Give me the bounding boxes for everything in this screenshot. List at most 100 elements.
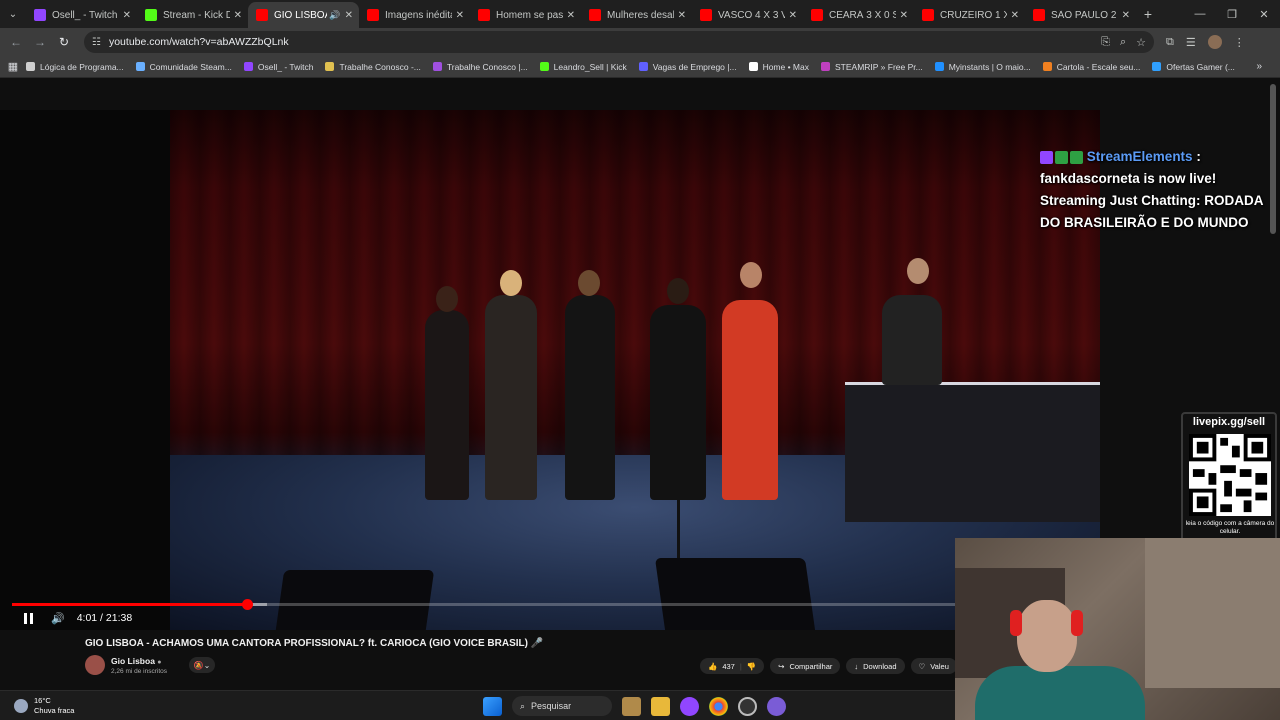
- bookmark-item[interactable]: Cartola - Escale seu...: [1042, 62, 1140, 72]
- tab-close-icon[interactable]: ✕: [900, 10, 908, 21]
- thumbs-down-icon[interactable]: 👎: [747, 662, 756, 671]
- tab-close-icon[interactable]: ✕: [234, 10, 242, 21]
- bookmark-item[interactable]: Lógica de Programa...: [26, 62, 124, 72]
- tab-close-icon[interactable]: ✕: [1122, 10, 1130, 21]
- time-display: 4:01 / 21:38: [76, 612, 133, 624]
- address-bar[interactable]: ☷ youtube.com/watch?v=abAWZZbQLnk ⎘ ⌕ ☆: [84, 31, 1154, 53]
- like-count: 437: [722, 661, 735, 671]
- tab-close-icon[interactable]: ✕: [123, 10, 131, 21]
- download-icon: ↓: [854, 661, 859, 671]
- verified-icon: ●: [157, 658, 162, 666]
- tab-close-icon[interactable]: ✕: [789, 10, 797, 21]
- discord-icon[interactable]: [767, 696, 786, 716]
- thanks-button[interactable]: ♡ Valeu: [910, 658, 957, 674]
- widgets-icon[interactable]: [622, 696, 641, 716]
- performer-5: [722, 300, 778, 500]
- subscriber-count: 2,26 mi de inscritos: [111, 667, 167, 675]
- minimize-icon[interactable]: —: [1184, 8, 1216, 21]
- bookmark-item[interactable]: Myinstants | O maio...: [934, 61, 1031, 72]
- obs-icon[interactable]: [738, 696, 757, 716]
- notification-bell-button[interactable]: 🔕⌄: [189, 657, 215, 673]
- browser-tab[interactable]: Imagens inéditas ✕: [359, 2, 470, 28]
- new-tab-button[interactable]: +: [1136, 6, 1160, 22]
- like-dislike-button[interactable]: 👍 437 | 👎: [700, 658, 765, 674]
- taskbar-search[interactable]: ⌕ Pesquisar: [512, 696, 612, 716]
- bookmark-label: Myinstants | O maio...: [948, 61, 1031, 72]
- browser-tab[interactable]: Homem se passa ✕: [470, 2, 581, 28]
- chrome-icon[interactable]: [709, 696, 728, 716]
- tab-close-icon[interactable]: ✕: [567, 10, 575, 21]
- browser-tab[interactable]: Osell_ - Twitch ✕: [26, 2, 137, 28]
- window-controls: — ❐ ✕: [1184, 8, 1280, 21]
- channel-row: Gio Lisboa ● 2,26 mi de inscritos 🔕⌄: [85, 655, 215, 675]
- bookmark-label: Trabalhe Conosco |...: [446, 61, 528, 72]
- volume-icon[interactable]: 🔊: [51, 612, 65, 625]
- performer-2: [485, 295, 537, 500]
- apps-grid-icon[interactable]: ▦: [0, 60, 26, 73]
- page-scrollbar[interactable]: [1270, 84, 1276, 234]
- bookmark-favicon-icon: [1152, 62, 1162, 71]
- streamer-webcam: [955, 538, 1280, 720]
- bookmark-label: STEAMRIP » Free Pr...: [835, 61, 923, 72]
- tab-close-icon[interactable]: ✕: [456, 10, 464, 21]
- bookmark-item[interactable]: Trabalhe Conosco -...: [325, 61, 421, 72]
- weather-condition: Chuva fraca: [34, 705, 75, 715]
- browser-tab[interactable]: CEARÁ 3 X 0 SAN ✕: [803, 2, 914, 28]
- browser-tab[interactable]: Stream - Kick Das ✕: [137, 2, 248, 28]
- share-button[interactable]: ↪ Compartilhar: [770, 658, 841, 674]
- tab-search-chevron-icon[interactable]: ⌄: [0, 0, 26, 28]
- bookmark-label: Lógica de Programa...: [40, 61, 124, 72]
- bookmark-star-icon[interactable]: ☆: [1136, 36, 1146, 49]
- profile-avatar[interactable]: [1207, 35, 1222, 49]
- close-window-icon[interactable]: ✕: [1248, 8, 1280, 21]
- tab-close-icon[interactable]: ✕: [345, 10, 353, 21]
- forward-icon[interactable]: →: [28, 35, 52, 49]
- site-info-icon[interactable]: ☷: [92, 37, 101, 48]
- bookmark-item[interactable]: Vagas de Emprego |...: [638, 62, 737, 72]
- bookmark-item[interactable]: Ofertas Gamer (...: [1152, 62, 1235, 72]
- tab-close-icon[interactable]: ✕: [1011, 10, 1019, 21]
- performer-5-head: [740, 262, 762, 288]
- performer-2-head: [500, 270, 522, 296]
- tab-close-icon[interactable]: ✕: [678, 10, 686, 21]
- bookmark-item[interactable]: Trabalhe Conosco |...: [432, 61, 528, 72]
- video-player[interactable]: [0, 110, 1100, 630]
- bookmark-label: Trabalhe Conosco -...: [339, 61, 421, 72]
- reload-icon[interactable]: ↻: [52, 35, 76, 49]
- twitch-app-icon[interactable]: [680, 696, 699, 716]
- download-button[interactable]: ↓ Download: [846, 658, 905, 674]
- tab-favicon-icon: [811, 9, 823, 21]
- tab-audio-icon[interactable]: 🔊: [329, 10, 340, 21]
- zoom-icon[interactable]: ⌕: [1120, 36, 1126, 49]
- bookmark-item[interactable]: STEAMRIP » Free Pr...: [821, 62, 923, 72]
- player-controls: 🔊 4:01 / 21:38: [0, 608, 955, 628]
- tab-favicon-icon: [34, 9, 46, 21]
- back-icon[interactable]: ←: [4, 35, 28, 49]
- channel-name[interactable]: Gio Lisboa ●: [111, 656, 167, 666]
- file-explorer-icon[interactable]: [651, 696, 670, 716]
- bookmark-item[interactable]: Osell_ - Twitch: [243, 62, 313, 72]
- dj-head: [907, 258, 929, 284]
- bookmark-item[interactable]: Home • Max: [748, 62, 809, 72]
- bookmark-item[interactable]: Comunidade Steam...: [135, 62, 232, 72]
- bookmarks-overflow-icon[interactable]: »: [1256, 61, 1262, 72]
- bookmark-favicon-icon: [325, 62, 335, 71]
- menu-icon[interactable]: ⋮: [1234, 36, 1245, 49]
- browser-tab[interactable]: SÃO PAULO 2 X 3 ✕: [1025, 2, 1136, 28]
- browser-tab[interactable]: VASCO 4 X 3 VITÓ ✕: [692, 2, 803, 28]
- reading-list-icon[interactable]: ☰: [1186, 36, 1196, 49]
- windows-start-icon[interactable]: [483, 696, 502, 716]
- install-icon[interactable]: ⎘: [1101, 36, 1110, 49]
- browser-tab[interactable]: Mulheres desabri ✕: [581, 2, 692, 28]
- progress-bar[interactable]: [12, 599, 955, 610]
- extensions-icon[interactable]: ⧉: [1166, 36, 1174, 49]
- browser-tab[interactable]: GIO LISBOA -🔊 ✕: [248, 2, 359, 28]
- restore-icon[interactable]: ❐: [1216, 8, 1248, 21]
- bookmark-item[interactable]: Leandro_Sell | Kick: [539, 62, 627, 72]
- channel-avatar[interactable]: [85, 655, 105, 675]
- browser-tab[interactable]: CRUZEIRO 1 X 1 S ✕: [914, 2, 1025, 28]
- tab-title: VASCO 4 X 3 VITÓ: [718, 9, 785, 21]
- pause-icon[interactable]: [24, 612, 33, 624]
- weather-widget[interactable]: 16°C Chuva fraca: [14, 696, 74, 716]
- alert-stream-title: Streaming Just Chatting: RODADA DO BRASI…: [1040, 193, 1264, 230]
